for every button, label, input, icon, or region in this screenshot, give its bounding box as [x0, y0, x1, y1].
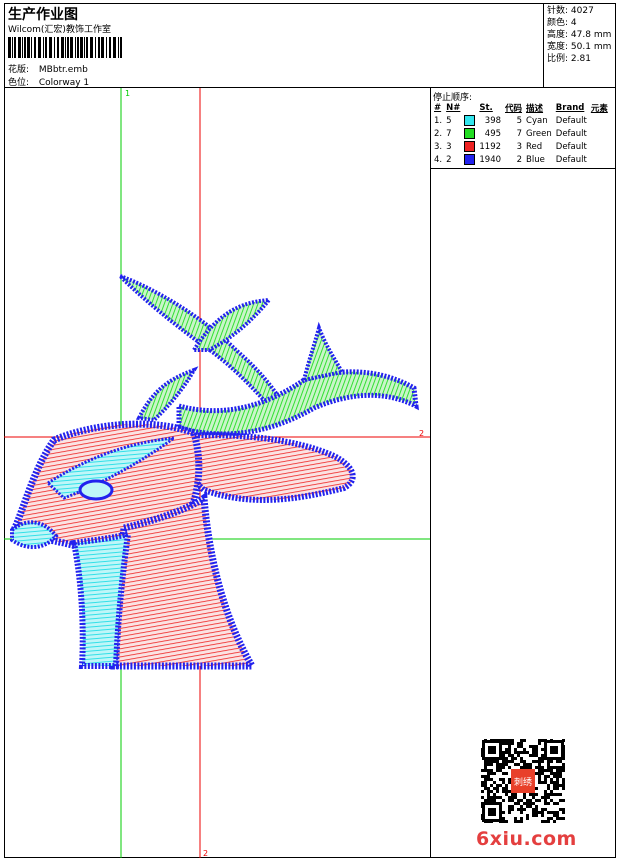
- guide-label-red-v: 2: [203, 849, 208, 858]
- color-swatch: [464, 115, 476, 126]
- stat-height: 高度: 47.8 mm: [547, 30, 612, 40]
- stat-stitches: 针数: 4027: [547, 6, 594, 16]
- right-column-divider: [430, 169, 431, 858]
- design-value: MBbtr.emb: [38, 65, 88, 75]
- colorway-value: Colorway 1: [38, 78, 90, 88]
- site-watermark: 6xiu.com: [476, 828, 577, 850]
- stop-sequence-table: # N# St. 代码 描述 Brand 元素 1. 5 398 5 Cyan Def…: [432, 101, 610, 166]
- company-name: Wilcom(汇宏)教饰工作室: [8, 25, 111, 35]
- qr-center-stamp: 刺绣: [514, 776, 532, 788]
- col-stitches: St.: [479, 102, 493, 113]
- col-element: 元素: [590, 103, 608, 114]
- col-desc: 描述: [526, 103, 544, 114]
- stat-colors: 颜色: 4: [547, 18, 577, 28]
- col-code: 代码: [505, 103, 523, 114]
- col-brand: Brand: [555, 102, 585, 113]
- stat-width: 宽度: 50.1 mm: [547, 42, 612, 52]
- table-row: 1. 5 398 5 Cyan Default: [434, 115, 587, 126]
- table-header-row: # N# St. 代码 描述 Brand 元素: [432, 101, 610, 114]
- color-swatch: [464, 141, 476, 152]
- col-swatch: [462, 101, 477, 114]
- table-row: 2. 7 495 7 Green Default: [434, 128, 587, 139]
- barcode: [8, 37, 122, 58]
- embroidery-design-canvas: 1 2 2: [4, 88, 430, 858]
- page-title: 生产作业图: [8, 7, 78, 23]
- design-label: 花版:: [8, 65, 30, 75]
- colorway-label: 色位:: [8, 78, 30, 88]
- table-row: 4. 2 1940 2 Blue Default: [434, 154, 587, 165]
- col-index: #: [434, 102, 442, 113]
- stat-scale: 比例: 2.81: [547, 54, 591, 64]
- stats-panel: 针数: 4027 颜色: 4 高度: 47.8 mm 宽度: 50.1 mm 比…: [543, 3, 616, 88]
- col-needle: N#: [446, 102, 461, 113]
- color-swatch: [464, 128, 476, 139]
- guide-label-red-h: 2: [419, 429, 424, 438]
- design-file: 花版: MBbtr.emb: [8, 62, 88, 75]
- guide-label-green: 1: [125, 89, 130, 98]
- ear-right: [180, 432, 356, 503]
- color-swatch: [464, 154, 476, 165]
- table-row: 3. 3 1192 3 Red Default: [434, 141, 587, 152]
- qr-code: 刺绣: [480, 738, 566, 824]
- colorway: 色位: Colorway 1: [8, 75, 89, 88]
